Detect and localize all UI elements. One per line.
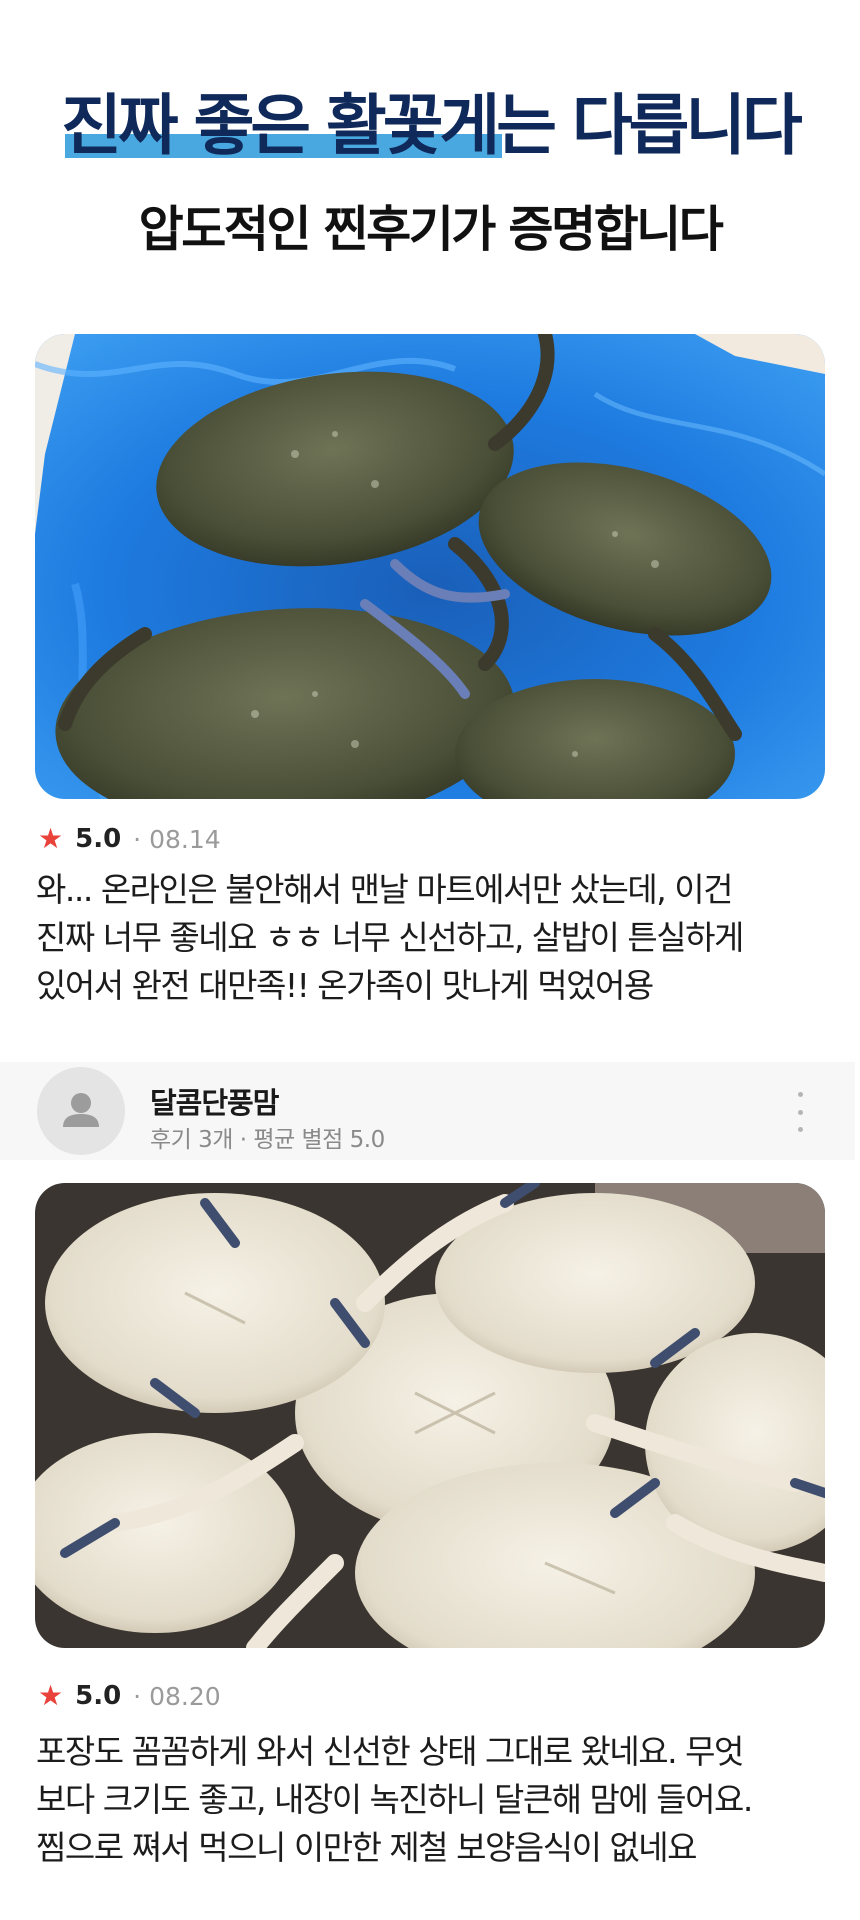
star-icon: ★: [38, 822, 64, 855]
reviewer-stats: 후기 3개 · 평균 별점 5.0: [150, 1127, 385, 1153]
review-line: 포장도 꼼꼼하게 와서 신선한 상태 그대로 왔네요. 무엇: [36, 1732, 744, 1771]
review-photo-steamed-crabs[interactable]: [35, 1183, 825, 1648]
avatar[interactable]: [37, 1067, 125, 1155]
review-meta: ★ 5.0 · 08.14: [38, 822, 221, 856]
review-line: 와... 온라인은 불안해서 맨날 마트에서만 샀는데, 이건: [36, 870, 733, 909]
review-rating: 5.0: [75, 824, 122, 854]
live-crabs-image: [35, 334, 825, 799]
steamed-crabs-image: [35, 1183, 825, 1648]
headline-rest: 는 다릅니다: [496, 87, 803, 164]
review-text: 와... 온라인은 불안해서 맨날 마트에서만 샀는데, 이건 진짜 너무 좋네…: [36, 866, 836, 1010]
review-rating: 5.0: [75, 1681, 122, 1711]
review-line: 있어서 완전 대만족!! 온가족이 맛나게 먹었어용: [36, 966, 654, 1005]
headline-highlight: 진짜 좋은 활꽃게: [61, 72, 503, 168]
subheadline: 압도적인 찐후기가 증명합니다: [138, 201, 724, 258]
hero-section: 진짜 좋은 활꽃게는 다릅니다 압도적인 찐후기가 증명합니다: [0, 0, 860, 300]
review-line: 진짜 너무 좋네요 ㅎㅎ 너무 신선하고, 살밥이 튼실하게: [36, 918, 744, 957]
more-vertical-icon[interactable]: [790, 1092, 810, 1132]
person-icon: [63, 1093, 99, 1127]
reviewer-name[interactable]: 달콤단풍맘: [150, 1080, 279, 1122]
review-line: 찜으로 쪄서 먹으니 이만한 제철 보양음식이 없네요: [36, 1828, 698, 1867]
review-date: · 08.14: [133, 824, 221, 854]
review-date: · 08.20: [133, 1681, 221, 1711]
headline: 진짜 좋은 활꽃게는 다릅니다: [0, 72, 860, 168]
reviewer-card: 달콤단풍맘 후기 3개 · 평균 별점 5.0: [0, 1062, 855, 1160]
review-photo-live-crabs[interactable]: [35, 334, 825, 799]
star-icon: ★: [38, 1679, 64, 1712]
review-meta: ★ 5.0 · 08.20: [38, 1679, 221, 1713]
review-line: 보다 크기도 좋고, 내장이 녹진하니 달큰해 맘에 들어요.: [36, 1780, 753, 1819]
review-text: 포장도 꼼꼼하게 와서 신선한 상태 그대로 왔네요. 무엇 보다 크기도 좋고…: [36, 1728, 836, 1872]
